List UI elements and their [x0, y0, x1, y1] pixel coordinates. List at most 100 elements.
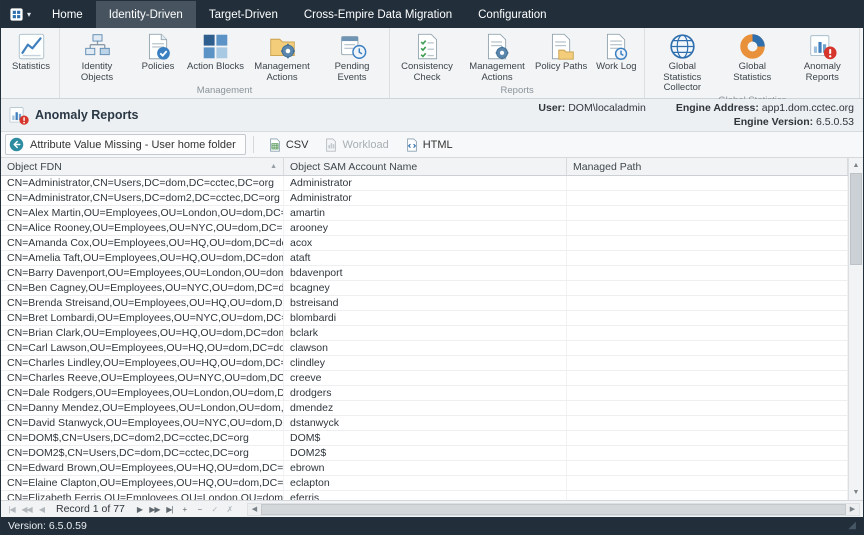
- vertical-scrollbar-thumb[interactable]: [850, 173, 862, 265]
- cell-object-fdn: CN=DOM2$,CN=Users,DC=dom,DC=cctec,DC=org: [1, 446, 284, 460]
- grid-header-row: Object FDN▲ Object SAM Account Name Manage…: [1, 158, 848, 176]
- table-row[interactable]: CN=Alice Rooney,OU=Employees,OU=NYC,OU=d…: [1, 221, 848, 236]
- table-row[interactable]: CN=Amanda Cox,OU=Employees,OU=HQ,OU=dom,…: [1, 236, 848, 251]
- table-row[interactable]: CN=Brian Clark,OU=Employees,OU=HQ,OU=dom…: [1, 326, 848, 341]
- cell-managed-path: [567, 206, 848, 220]
- status-bar: Version: 6.5.0.59 ◢: [1, 517, 863, 534]
- append-record-button[interactable]: +: [177, 505, 192, 514]
- ribbon-button-global-statistics-collector[interactable]: Global Statistics Collector: [647, 30, 717, 94]
- cell-sam-account-name: Administrator: [284, 176, 567, 190]
- ribbon-button-consistency-check[interactable]: Consistency Check: [392, 30, 462, 84]
- policies-icon: [144, 32, 173, 61]
- ribbon-button-policy-paths[interactable]: Policy Paths: [532, 30, 590, 84]
- cell-object-fdn: CN=Amanda Cox,OU=Employees,OU=HQ,OU=dom,…: [1, 236, 284, 250]
- scroll-right-icon[interactable]: ▶: [846, 505, 859, 513]
- table-row[interactable]: CN=DOM$,CN=Users,DC=dom2,DC=cctec,DC=org…: [1, 431, 848, 446]
- horizontal-scrollbar[interactable]: ◀ ▶: [247, 503, 860, 516]
- table-row[interactable]: CN=Charles Lindley,OU=Employees,OU=HQ,OU…: [1, 356, 848, 371]
- menu-tab-identity-driven[interactable]: Identity-Driven: [96, 1, 196, 28]
- ribbon-button-pending-events[interactable]: Pending Events: [317, 30, 387, 84]
- pending-events-icon: [338, 32, 367, 61]
- engine-address-info: Engine Address: app1.dom.cctec.org: [676, 102, 854, 114]
- ribbon-button-management-actions[interactable]: Management Actions: [462, 30, 532, 84]
- table-row[interactable]: CN=Brenda Streisand,OU=Employees,OU=HQ,O…: [1, 296, 848, 311]
- ribbon-button-action-blocks[interactable]: Action Blocks: [184, 30, 247, 84]
- table-row[interactable]: CN=Ben Cagney,OU=Employees,OU=NYC,OU=dom…: [1, 281, 848, 296]
- app-menu-button[interactable]: ▾: [1, 1, 39, 28]
- ribbon-button-statistics[interactable]: Statistics: [5, 30, 57, 84]
- menu-tab-configuration[interactable]: Configuration: [465, 1, 559, 28]
- ribbon-button-label: Pending Events: [320, 62, 384, 83]
- table-row[interactable]: CN=Barry Davenport,OU=Employees,OU=Londo…: [1, 266, 848, 281]
- table-row[interactable]: CN=Elizabeth Ferris,OU=Employees,OU=Lond…: [1, 491, 848, 500]
- column-header-object-sam-account-name[interactable]: Object SAM Account Name: [284, 158, 567, 175]
- table-row[interactable]: CN=Amelia Taft,OU=Employees,OU=HQ,OU=dom…: [1, 251, 848, 266]
- cell-sam-account-name: dstanwyck: [284, 416, 567, 430]
- html-button[interactable]: HTML: [397, 134, 461, 155]
- table-row[interactable]: CN=Danny Mendez,OU=Employees,OU=London,O…: [1, 401, 848, 416]
- cell-sam-account-name: DOM$: [284, 431, 567, 445]
- ribbon-button-label: Identity Objects: [65, 62, 129, 83]
- vertical-scrollbar[interactable]: ▲ ▼: [848, 158, 863, 500]
- action-blocks-icon: [201, 32, 230, 61]
- cell-object-fdn: CN=Dale Rodgers,OU=Employees,OU=London,O…: [1, 386, 284, 400]
- back-button[interactable]: Attribute Value Missing - User home fold…: [5, 134, 246, 155]
- menu-tabs: HomeIdentity-DrivenTarget-DrivenCross-Em…: [39, 1, 560, 28]
- vertical-scrollbar-track[interactable]: [849, 265, 863, 485]
- menu-tab-home[interactable]: Home: [39, 1, 96, 28]
- table-row[interactable]: CN=Bret Lombardi,OU=Employees,OU=NYC,OU=…: [1, 311, 848, 326]
- menu-tab-cross-empire-data-migration[interactable]: Cross-Empire Data Migration: [291, 1, 465, 28]
- ribbon-group-statistics: Statistics: [3, 28, 60, 98]
- next-record-button[interactable]: ▶: [132, 505, 147, 514]
- table-row[interactable]: CN=Administrator,CN=Users,DC=dom,DC=ccte…: [1, 176, 848, 191]
- ribbon-button-label: Consistency Check: [395, 62, 459, 83]
- ribbon-button-global-statistics[interactable]: Global Statistics: [717, 30, 787, 94]
- grid-rows: CN=Administrator,CN=Users,DC=dom,DC=ccte…: [1, 176, 848, 500]
- scroll-up-icon[interactable]: ▲: [849, 158, 863, 173]
- cell-sam-account-name: eferris: [284, 491, 567, 500]
- scroll-left-icon[interactable]: ◀: [248, 505, 261, 513]
- column-header-managed-path[interactable]: Managed Path: [567, 158, 848, 175]
- table-row[interactable]: CN=Charles Reeve,OU=Employees,OU=NYC,OU=…: [1, 371, 848, 386]
- ribbon-button-policies[interactable]: Policies: [132, 30, 184, 84]
- cancel-edit-button: ✗: [222, 505, 237, 514]
- table-row[interactable]: CN=DOM2$,CN=Users,DC=dom,DC=cctec,DC=org…: [1, 446, 848, 461]
- cell-managed-path: [567, 251, 848, 265]
- csv-button[interactable]: CSV: [260, 134, 317, 155]
- table-row[interactable]: CN=Alex Martin,OU=Employees,OU=London,OU…: [1, 206, 848, 221]
- ribbon-button-work-log[interactable]: Work Log: [590, 30, 642, 84]
- first-record-button: |◀: [4, 505, 19, 514]
- menu-tab-target-driven[interactable]: Target-Driven: [196, 1, 291, 28]
- delete-record-button[interactable]: −: [192, 505, 207, 514]
- ribbon-button-anomaly-reports[interactable]: Anomaly Reports: [787, 30, 857, 94]
- global-statistics-collector-icon: [668, 32, 697, 61]
- cell-sam-account-name: acox: [284, 236, 567, 250]
- column-header-label: Object SAM Account Name: [290, 161, 417, 173]
- table-row[interactable]: CN=Administrator,CN=Users,DC=dom2,DC=cct…: [1, 191, 848, 206]
- horizontal-scrollbar-thumb[interactable]: [261, 504, 846, 515]
- cell-managed-path: [567, 461, 848, 475]
- last-record-button[interactable]: ▶|: [162, 505, 177, 514]
- column-header-object-fdn[interactable]: Object FDN▲: [1, 158, 284, 175]
- table-row[interactable]: CN=Elaine Clapton,OU=Employees,OU=HQ,OU=…: [1, 476, 848, 491]
- table-row[interactable]: CN=Dale Rodgers,OU=Employees,OU=London,O…: [1, 386, 848, 401]
- table-row[interactable]: CN=Carl Lawson,OU=Employees,OU=HQ,OU=dom…: [1, 341, 848, 356]
- ribbon-button-label: Action Blocks: [187, 62, 244, 73]
- statistics-icon: [17, 32, 46, 61]
- app-menu-icon: [9, 7, 24, 22]
- cell-object-fdn: CN=Bret Lombardi,OU=Employees,OU=NYC,OU=…: [1, 311, 284, 325]
- export-buttons: CSVWorkloadHTML: [260, 134, 461, 155]
- workload-icon: [324, 138, 338, 152]
- ribbon-button-identity-objects[interactable]: Identity Objects: [62, 30, 132, 84]
- table-row[interactable]: CN=David Stanwyck,OU=Employees,OU=NYC,OU…: [1, 416, 848, 431]
- ribbon-button-management-actions[interactable]: Management Actions: [247, 30, 317, 84]
- cell-sam-account-name: bcagney: [284, 281, 567, 295]
- cell-object-fdn: CN=DOM$,CN=Users,DC=dom2,DC=cctec,DC=org: [1, 431, 284, 445]
- scroll-down-icon[interactable]: ▼: [849, 485, 863, 500]
- cell-managed-path: [567, 386, 848, 400]
- cell-sam-account-name: bstreisand: [284, 296, 567, 310]
- user-info: User: DOM\localadmin: [538, 102, 645, 114]
- next-page-button[interactable]: ▶▶: [147, 505, 162, 514]
- table-row[interactable]: CN=Edward Brown,OU=Employees,OU=HQ,OU=do…: [1, 461, 848, 476]
- cell-sam-account-name: arooney: [284, 221, 567, 235]
